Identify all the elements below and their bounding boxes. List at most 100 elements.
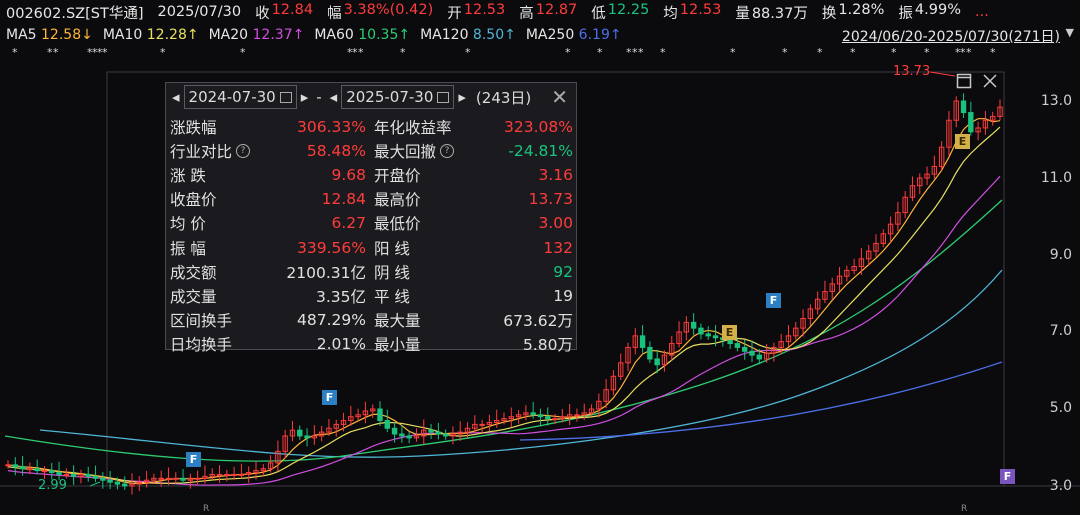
event-star-icon[interactable]: * xyxy=(730,46,736,59)
event-star-icon[interactable]: * xyxy=(626,46,632,59)
candle-body xyxy=(92,475,99,479)
stat-value: 13.73 xyxy=(528,190,573,209)
close-icon[interactable] xyxy=(982,73,998,89)
ma-legend-item[interactable]: MA120 8.50↑ xyxy=(420,27,516,43)
stat-cell: 成交量 xyxy=(170,284,217,308)
calendar-icon[interactable] xyxy=(279,91,292,103)
candle-body xyxy=(530,412,536,416)
period-low-label: 2.99 xyxy=(38,478,67,493)
candle-body xyxy=(34,468,40,472)
event-star-icon[interactable]: * xyxy=(465,46,471,59)
prev-start-arrow[interactable]: ◂ xyxy=(172,88,180,106)
close-icon[interactable]: ✕ xyxy=(551,85,568,109)
stat-cell: 487.29% xyxy=(297,308,366,332)
stat-cell: 306.33% xyxy=(297,115,366,139)
end-date-field[interactable]: 2025-07-30 xyxy=(341,85,455,109)
candle-body xyxy=(727,339,733,345)
candle-body xyxy=(224,473,230,476)
event-star-icon[interactable]: * xyxy=(960,46,966,59)
stat-value: 2100.31亿 xyxy=(286,263,366,282)
stat-label: 最高价 xyxy=(374,191,421,210)
event-star-icon[interactable]: * xyxy=(53,46,59,59)
ma-legend-item[interactable]: MA5 12.58↓ xyxy=(6,27,93,43)
event-badge-e[interactable]: E xyxy=(955,134,970,149)
event-star-icon[interactable]: * xyxy=(660,46,666,59)
stat-label: 均 价 xyxy=(170,215,206,234)
period-high-label: 13.73 xyxy=(893,64,931,79)
y-tick-label: 11.0 xyxy=(1040,170,1072,186)
period-high-pointer xyxy=(929,71,956,77)
stat-cell: 均 价 xyxy=(170,211,206,235)
stat-value: 3.00 xyxy=(538,214,573,233)
candle-body xyxy=(114,481,121,485)
event-badge-f[interactable]: F xyxy=(322,390,337,405)
event-badge-f[interactable]: F xyxy=(766,293,781,308)
stat-cell: 阴 线 xyxy=(374,260,410,284)
stat-label: 阳 线 xyxy=(374,239,410,258)
event-star-icon[interactable]: * xyxy=(160,46,166,59)
event-star-icon[interactable]: * xyxy=(400,46,406,59)
event-star-icon[interactable]: * xyxy=(817,46,823,59)
r-marker: R xyxy=(203,504,210,514)
candle-body xyxy=(756,354,762,360)
event-star-icon[interactable]: * xyxy=(632,46,638,59)
help-icon[interactable]: ? xyxy=(440,144,455,159)
next-start-arrow[interactable]: ▸ xyxy=(301,88,309,106)
date-range-selector[interactable]: 2024/06/20-2025/07/30(271日) xyxy=(842,26,1060,46)
start-date-field[interactable]: 2024-07-30 xyxy=(183,85,297,109)
ma-legend-item[interactable]: MA20 12.37↑ xyxy=(209,27,305,43)
event-star-icon[interactable]: * xyxy=(240,46,246,59)
r-marker: R xyxy=(961,504,968,514)
ma-legend-value: 12.28↑ xyxy=(142,27,199,43)
stat-cell: 日均换手 xyxy=(170,332,232,356)
event-badge-f[interactable]: F xyxy=(186,452,201,467)
candle-body xyxy=(654,358,660,366)
stat-value: 487.29% xyxy=(297,310,366,329)
stat-cell: 9.68 xyxy=(331,163,366,187)
candle-body xyxy=(435,431,442,435)
event-star-icon[interactable]: * xyxy=(47,46,53,59)
ma-legend-item[interactable]: MA10 12.28↑ xyxy=(103,27,199,43)
candle-body xyxy=(238,473,245,476)
prev-end-arrow[interactable]: ◂ xyxy=(330,88,338,106)
stat-cell: 132 xyxy=(543,236,573,260)
event-star-icon[interactable]: * xyxy=(891,46,897,59)
candle-body xyxy=(399,433,405,437)
candle-body xyxy=(216,473,223,476)
stat-cell: 最小量 xyxy=(374,332,421,356)
ma-legend-item[interactable]: MA250 6.19↑ xyxy=(526,27,622,43)
event-star-icon[interactable]: * xyxy=(782,46,788,59)
event-star-icon[interactable]: * xyxy=(638,46,644,59)
event-star-icon[interactable]: * xyxy=(358,46,364,59)
stock-symbol[interactable]: 002602.SZ[ST华通] xyxy=(6,2,143,23)
stat-cell: 3.16 xyxy=(538,163,573,187)
event-star-icon[interactable]: * xyxy=(966,46,972,59)
event-star-icon[interactable]: * xyxy=(12,46,18,59)
event-star-icon[interactable]: * xyxy=(924,46,930,59)
event-star-icon[interactable]: * xyxy=(102,46,108,59)
stat-cell: 19 xyxy=(553,284,573,308)
event-star-icon[interactable]: * xyxy=(990,46,996,59)
y-tick-label: 5.0 xyxy=(1049,400,1072,416)
ma-legend-item[interactable]: MA60 10.35↑ xyxy=(314,27,410,43)
ma-legend-label: MA250 xyxy=(525,27,575,43)
event-star-icon[interactable]: * xyxy=(850,46,856,59)
stat-cell: 最低价 xyxy=(374,211,421,235)
event-badge-f[interactable]: F xyxy=(1000,469,1015,484)
event-star-icon[interactable]: * xyxy=(352,46,358,59)
interval-stats-panel: ◂ 2024-07-30 ▸ - ◂ 2025-07-30 ▸ (243日) ✕… xyxy=(165,82,577,354)
maximize-icon[interactable] xyxy=(956,73,972,89)
help-icon[interactable]: ? xyxy=(236,144,251,159)
next-end-arrow[interactable]: ▸ xyxy=(458,88,466,106)
more-button[interactable]: ... xyxy=(975,4,989,20)
stat-value: 2.01% xyxy=(316,334,366,353)
chevron-down-icon[interactable]: ▼ xyxy=(1066,26,1074,39)
event-star-icon[interactable]: * xyxy=(597,46,603,59)
event-badge-e[interactable]: E xyxy=(722,325,737,340)
stat-value: 58.48% xyxy=(306,142,366,161)
ma-legend-label: MA120 xyxy=(420,27,469,43)
stat-value: 673.62万 xyxy=(503,311,573,330)
candle-body xyxy=(552,418,558,421)
event-star-icon[interactable]: * xyxy=(565,46,571,59)
calendar-icon[interactable] xyxy=(437,91,450,103)
